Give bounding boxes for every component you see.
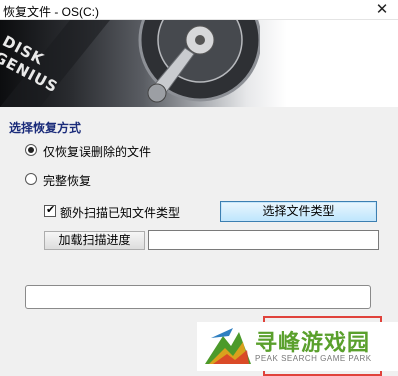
- load-scan-progress-button[interactable]: 加载扫描进度: [44, 231, 145, 250]
- watermark-subtitle: PEAK SEARCH GAME PARK: [255, 354, 372, 363]
- window-title: 恢复文件 - OS(C:): [3, 5, 99, 19]
- close-button[interactable]: ✕: [374, 0, 390, 20]
- recovery-mode-heading: 选择恢复方式: [9, 121, 82, 135]
- diskgenius-banner: DISK GENIUS: [0, 20, 398, 107]
- mountain-logo-icon: [205, 328, 251, 364]
- scan-known-types-checkbox[interactable]: ✔: [44, 204, 56, 217]
- status-field: [25, 285, 371, 309]
- scan-known-types-label[interactable]: 额外扫描已知文件类型: [60, 204, 180, 221]
- radio-full-recovery[interactable]: [25, 173, 37, 185]
- select-file-types-button[interactable]: 选择文件类型: [220, 201, 377, 222]
- watermark: 寻峰游戏园 PEAK SEARCH GAME PARK: [197, 322, 398, 371]
- radio-full-recovery-label[interactable]: 完整恢复: [43, 172, 91, 189]
- radio-recover-deleted-label[interactable]: 仅恢复误删除的文件: [43, 143, 151, 160]
- checkmark-icon: ✔: [46, 204, 56, 216]
- title-bar: 恢复文件 - OS(C:) ✕: [0, 0, 398, 20]
- watermark-name: 寻峰游戏园: [255, 330, 371, 355]
- scan-progress-path-field[interactable]: [148, 230, 379, 250]
- radio-recover-deleted[interactable]: [25, 144, 37, 156]
